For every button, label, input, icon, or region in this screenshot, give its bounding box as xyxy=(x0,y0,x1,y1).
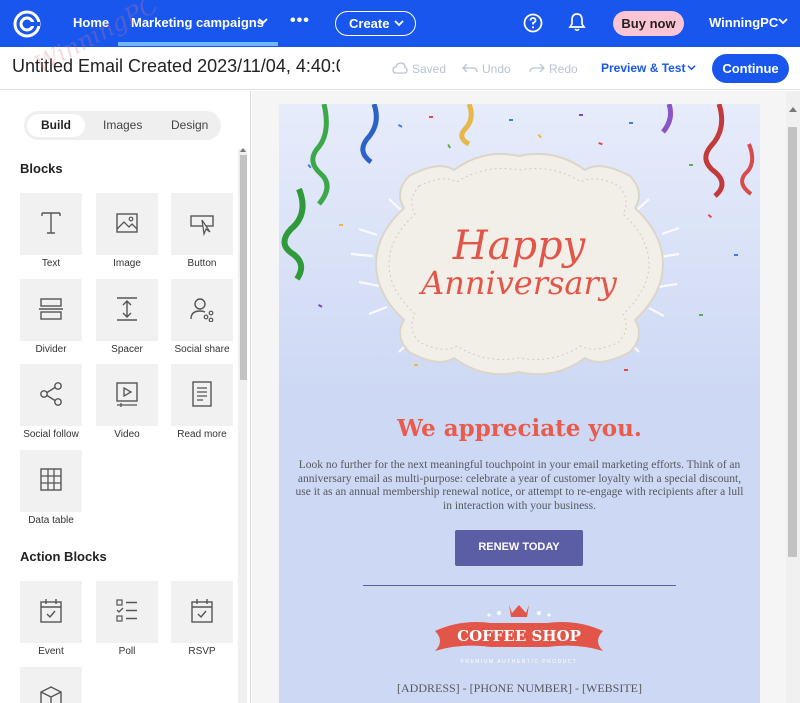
box-icon xyxy=(40,686,62,703)
panel-scrollbar-thumb[interactable] xyxy=(240,155,247,380)
email-address-line[interactable]: [ADDRESS] - [PHONE NUMBER] - [WEBSITE] xyxy=(279,681,760,696)
build-panel: Build Images Design Blocks Text Image Bu… xyxy=(0,91,251,703)
redo-icon xyxy=(529,63,545,73)
email-title-input[interactable]: Untitled Email Created 2023/11/04, 4:40:… xyxy=(12,56,340,77)
social-share-icon xyxy=(190,298,214,322)
spacer-icon xyxy=(117,297,137,321)
coffee-shop-logo-text: COFFEE SHOP xyxy=(457,627,581,645)
block-event[interactable] xyxy=(20,581,82,643)
renew-today-button[interactable]: RENEW TODAY xyxy=(455,530,583,566)
social-follow-icon xyxy=(40,382,62,406)
block-data-table-label: Data table xyxy=(28,515,74,526)
undo-label: Undo xyxy=(482,62,511,76)
create-button[interactable]: Create xyxy=(335,11,416,36)
active-nav-indicator xyxy=(118,42,278,46)
block-button-label: Button xyxy=(187,258,217,269)
scroll-up-arrow-icon[interactable] xyxy=(240,148,246,152)
redo-button[interactable]: Redo xyxy=(529,62,578,76)
email-body-text[interactable]: Look no further for the next meaningful … xyxy=(293,459,746,514)
block-poll[interactable] xyxy=(96,581,158,643)
block-image[interactable] xyxy=(96,193,158,255)
saved-status: Saved xyxy=(392,62,447,76)
canvas-scrollbar-thumb[interactable] xyxy=(788,127,797,557)
button-icon xyxy=(190,215,214,236)
block-read-more-label: Read more xyxy=(177,429,227,440)
saved-label: Saved xyxy=(412,62,447,76)
email-divider[interactable] xyxy=(363,585,676,586)
block-button[interactable] xyxy=(171,193,233,255)
block-spacer-label: Spacer xyxy=(111,344,143,355)
block-divider[interactable] xyxy=(20,279,82,341)
help-icon[interactable] xyxy=(523,13,543,33)
rsvp-icon xyxy=(191,599,213,623)
block-video[interactable] xyxy=(96,364,158,426)
tab-design[interactable]: Design xyxy=(171,118,208,132)
email-canvas: Happy Anniversary We appreciate you. Loo… xyxy=(252,91,800,703)
image-icon xyxy=(116,213,138,233)
create-button-label: Create xyxy=(349,16,390,31)
block-rsvp[interactable] xyxy=(171,581,233,643)
text-icon xyxy=(41,212,61,234)
tab-build[interactable]: Build xyxy=(27,114,85,137)
editor-title-bar: Untitled Email Created 2023/11/04, 4:40:… xyxy=(0,47,800,90)
redo-label: Redo xyxy=(549,62,578,76)
cloud-icon xyxy=(392,62,408,74)
panel-tabs: Build Images Design xyxy=(24,111,221,140)
nav-marketing-campaigns[interactable]: Marketing campaigns xyxy=(131,15,264,30)
coffee-shop-logo[interactable]: COFFEE SHOP PREMIUM AUTHENTIC PRODUCT xyxy=(431,599,607,671)
undo-icon xyxy=(462,63,478,73)
continue-button[interactable]: Continue xyxy=(712,54,789,83)
block-event-label: Event xyxy=(38,646,64,657)
chevron-down-icon xyxy=(394,20,404,27)
block-social-share[interactable] xyxy=(171,279,233,341)
email-preview: Happy Anniversary We appreciate you. Loo… xyxy=(279,104,760,703)
read-more-icon xyxy=(192,381,212,407)
block-social-follow-label: Social follow xyxy=(23,429,79,440)
video-icon xyxy=(116,382,138,407)
data-table-icon xyxy=(40,468,62,491)
block-poll-label: Poll xyxy=(118,646,136,657)
block-social-follow[interactable] xyxy=(20,364,82,426)
block-video-label: Video xyxy=(114,429,140,440)
email-headline[interactable]: We appreciate you. xyxy=(279,415,760,442)
block-package[interactable] xyxy=(20,667,82,703)
blocks-heading: Blocks xyxy=(20,161,63,176)
constant-contact-logo-icon[interactable] xyxy=(12,9,42,39)
hero-happy-text: Happy xyxy=(452,223,587,269)
block-read-more[interactable] xyxy=(171,364,233,426)
notifications-bell-icon[interactable] xyxy=(568,12,586,32)
chevron-down-icon[interactable] xyxy=(778,16,788,26)
divider-icon xyxy=(39,298,63,320)
chevron-down-icon[interactable] xyxy=(687,63,696,72)
block-text[interactable] xyxy=(20,193,82,255)
block-data-table[interactable] xyxy=(20,450,82,512)
coffee-shop-logo-subtext: PREMIUM AUTHENTIC PRODUCT xyxy=(461,659,578,665)
event-icon xyxy=(40,599,62,623)
block-divider-label: Divider xyxy=(35,344,67,355)
anniversary-hero-image[interactable]: Happy Anniversary xyxy=(279,104,760,394)
scroll-up-arrow-icon[interactable] xyxy=(789,107,797,112)
hero-anniversary-text: Anniversary xyxy=(418,264,618,302)
block-spacer[interactable] xyxy=(96,279,158,341)
block-image-label: Image xyxy=(113,258,141,269)
more-options-icon[interactable]: ••• xyxy=(290,12,310,30)
preview-test-menu[interactable]: Preview & Test xyxy=(601,61,685,75)
block-social-share-label: Social share xyxy=(174,344,230,355)
block-rsvp-label: RSVP xyxy=(188,646,216,657)
account-menu[interactable]: WinningPC xyxy=(709,15,778,30)
top-navigation-bar: Home Marketing campaigns ••• Create Buy … xyxy=(0,0,800,47)
chevron-down-icon[interactable] xyxy=(258,16,268,26)
poll-icon xyxy=(116,599,137,622)
buy-now-button[interactable]: Buy now xyxy=(613,11,684,36)
nav-home[interactable]: Home xyxy=(73,15,109,30)
block-text-label: Text xyxy=(41,258,61,269)
undo-button[interactable]: Undo xyxy=(462,62,511,76)
tab-images[interactable]: Images xyxy=(103,118,142,132)
action-blocks-heading: Action Blocks xyxy=(20,549,107,564)
